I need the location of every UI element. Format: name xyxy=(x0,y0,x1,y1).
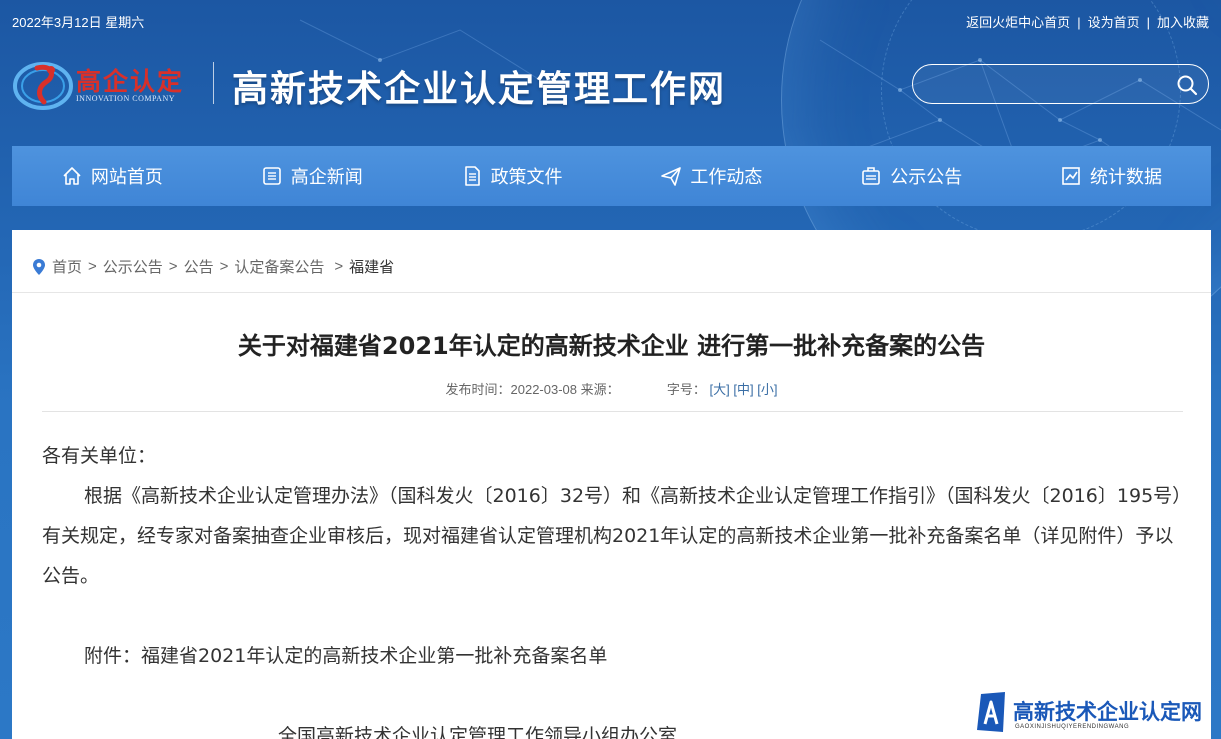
search-box[interactable] xyxy=(912,64,1209,104)
breadcrumb-notices[interactable]: 公示公告 xyxy=(103,256,163,277)
nav-item-news[interactable]: 高企新闻 xyxy=(212,146,412,206)
nav-item-label: 网站首页 xyxy=(90,167,163,187)
site-title: 高新技术企业认定管理工作网 xyxy=(232,68,727,110)
torch-center-home-link[interactable]: 返回火炬中心首页 xyxy=(966,15,1070,30)
watermark-subtitle: GAOXINJISHUQIYERENDINGWANG xyxy=(1015,724,1130,730)
breadcrumb-home[interactable]: 首页 xyxy=(52,256,82,277)
breadcrumb-arrow: > xyxy=(168,258,178,275)
nav-item-label: 政策文件 xyxy=(490,167,563,187)
nav-item-home[interactable]: 网站首页 xyxy=(12,146,212,206)
location-pin-icon xyxy=(33,258,45,275)
breadcrumb-current[interactable]: 福建省 xyxy=(349,256,394,277)
breadcrumb: 首页 > 公示公告 > 公告 > 认定备案公告 > 福建省 xyxy=(32,256,394,277)
home-icon xyxy=(63,167,81,185)
breadcrumb-arrow: > xyxy=(88,258,97,275)
font-size-label: 字号： xyxy=(666,382,706,397)
breadcrumb-divider xyxy=(12,292,1211,293)
search-input[interactable] xyxy=(929,73,1169,95)
salutation: 各有关单位： xyxy=(42,445,157,467)
nav-item-label: 工作动态 xyxy=(690,167,763,187)
nav-item-label: 公示公告 xyxy=(890,167,963,187)
logo-divider xyxy=(213,62,214,104)
paper-plane-icon xyxy=(661,167,682,186)
top-links: 返回火炬中心首页 | 设为首页 | 加入收藏 xyxy=(966,12,1209,31)
attachment-link[interactable]: 附件：福建省2021年认定的高新技术企业第一批补充备案名单 xyxy=(42,636,1183,676)
link-separator: | xyxy=(1077,15,1081,30)
nav-item-label: 高企新闻 xyxy=(290,167,363,187)
logo-subtitle: INNOVATION COMPANY xyxy=(76,94,176,103)
nav-item-policy[interactable]: 政策文件 xyxy=(412,146,612,206)
logo-emblem-icon xyxy=(13,62,73,110)
main-nav: 网站首页 高企新闻 政策文件 工作动态 公示公告 统计数据 xyxy=(12,146,1211,206)
meta-divider xyxy=(42,411,1183,412)
nav-item-label: 统计数据 xyxy=(1090,167,1163,187)
article-paragraph: 根据《高新技术企业认定管理办法》（国科发火〔2016〕32号）和《高新技术企业认… xyxy=(42,485,1182,587)
publish-label: 发布时间： xyxy=(445,382,511,397)
document-icon xyxy=(464,166,480,186)
watermark-logo-icon xyxy=(977,692,1005,732)
font-size-small-button[interactable]: [小] xyxy=(757,382,777,397)
article-meta: 发布时间：2022-03-08 来源： 字号： [大] [中] [小] xyxy=(12,379,1211,398)
add-favorite-link[interactable]: 加入收藏 xyxy=(1157,15,1209,30)
nav-item-work-updates[interactable]: 工作动态 xyxy=(611,146,811,206)
logo-text: 高企认定 xyxy=(76,67,185,96)
breadcrumb-arrow: > xyxy=(219,258,229,275)
article-title: 关于对福建省2021年认定的高新技术企业 进行第一批补充备案的公告 xyxy=(237,332,986,360)
publish-date: 2022-03-08 xyxy=(510,382,578,397)
news-icon xyxy=(262,167,281,185)
top-bar: 2022年3月12日 星期六 返回火炬中心首页 | 设为首页 | 加入收藏 xyxy=(0,0,1221,40)
site-logo[interactable]: 高企认定 INNOVATION COMPANY xyxy=(12,52,212,112)
article-panel: 首页 > 公示公告 > 公告 > 认定备案公告 > 福建省 关于对福建省2021… xyxy=(12,230,1211,739)
nav-item-statistics[interactable]: 统计数据 xyxy=(1011,146,1211,206)
source-label: 来源： xyxy=(580,382,620,397)
chart-icon xyxy=(1062,167,1080,185)
font-size-medium-button[interactable]: [中] xyxy=(733,382,753,397)
set-homepage-link[interactable]: 设为首页 xyxy=(1088,15,1140,30)
watermark: 高新技术企业认定网 GAOXINJISHUQIYERENDINGWANG xyxy=(975,690,1221,739)
breadcrumb-arrow: > xyxy=(334,258,344,275)
watermark-text: 高新技术企业认定网 xyxy=(1013,700,1202,724)
nav-item-notices[interactable]: 公示公告 xyxy=(811,146,1011,206)
search-icon[interactable] xyxy=(1176,74,1198,96)
breadcrumb-filing-announcement[interactable]: 认定备案公告 xyxy=(234,256,324,277)
link-separator: | xyxy=(1146,15,1150,30)
notice-icon xyxy=(862,167,881,185)
breadcrumb-announcement[interactable]: 公告 xyxy=(184,256,214,277)
font-size-large-button[interactable]: [大] xyxy=(710,382,730,397)
current-date: 2022年3月12日 星期六 xyxy=(12,15,145,30)
